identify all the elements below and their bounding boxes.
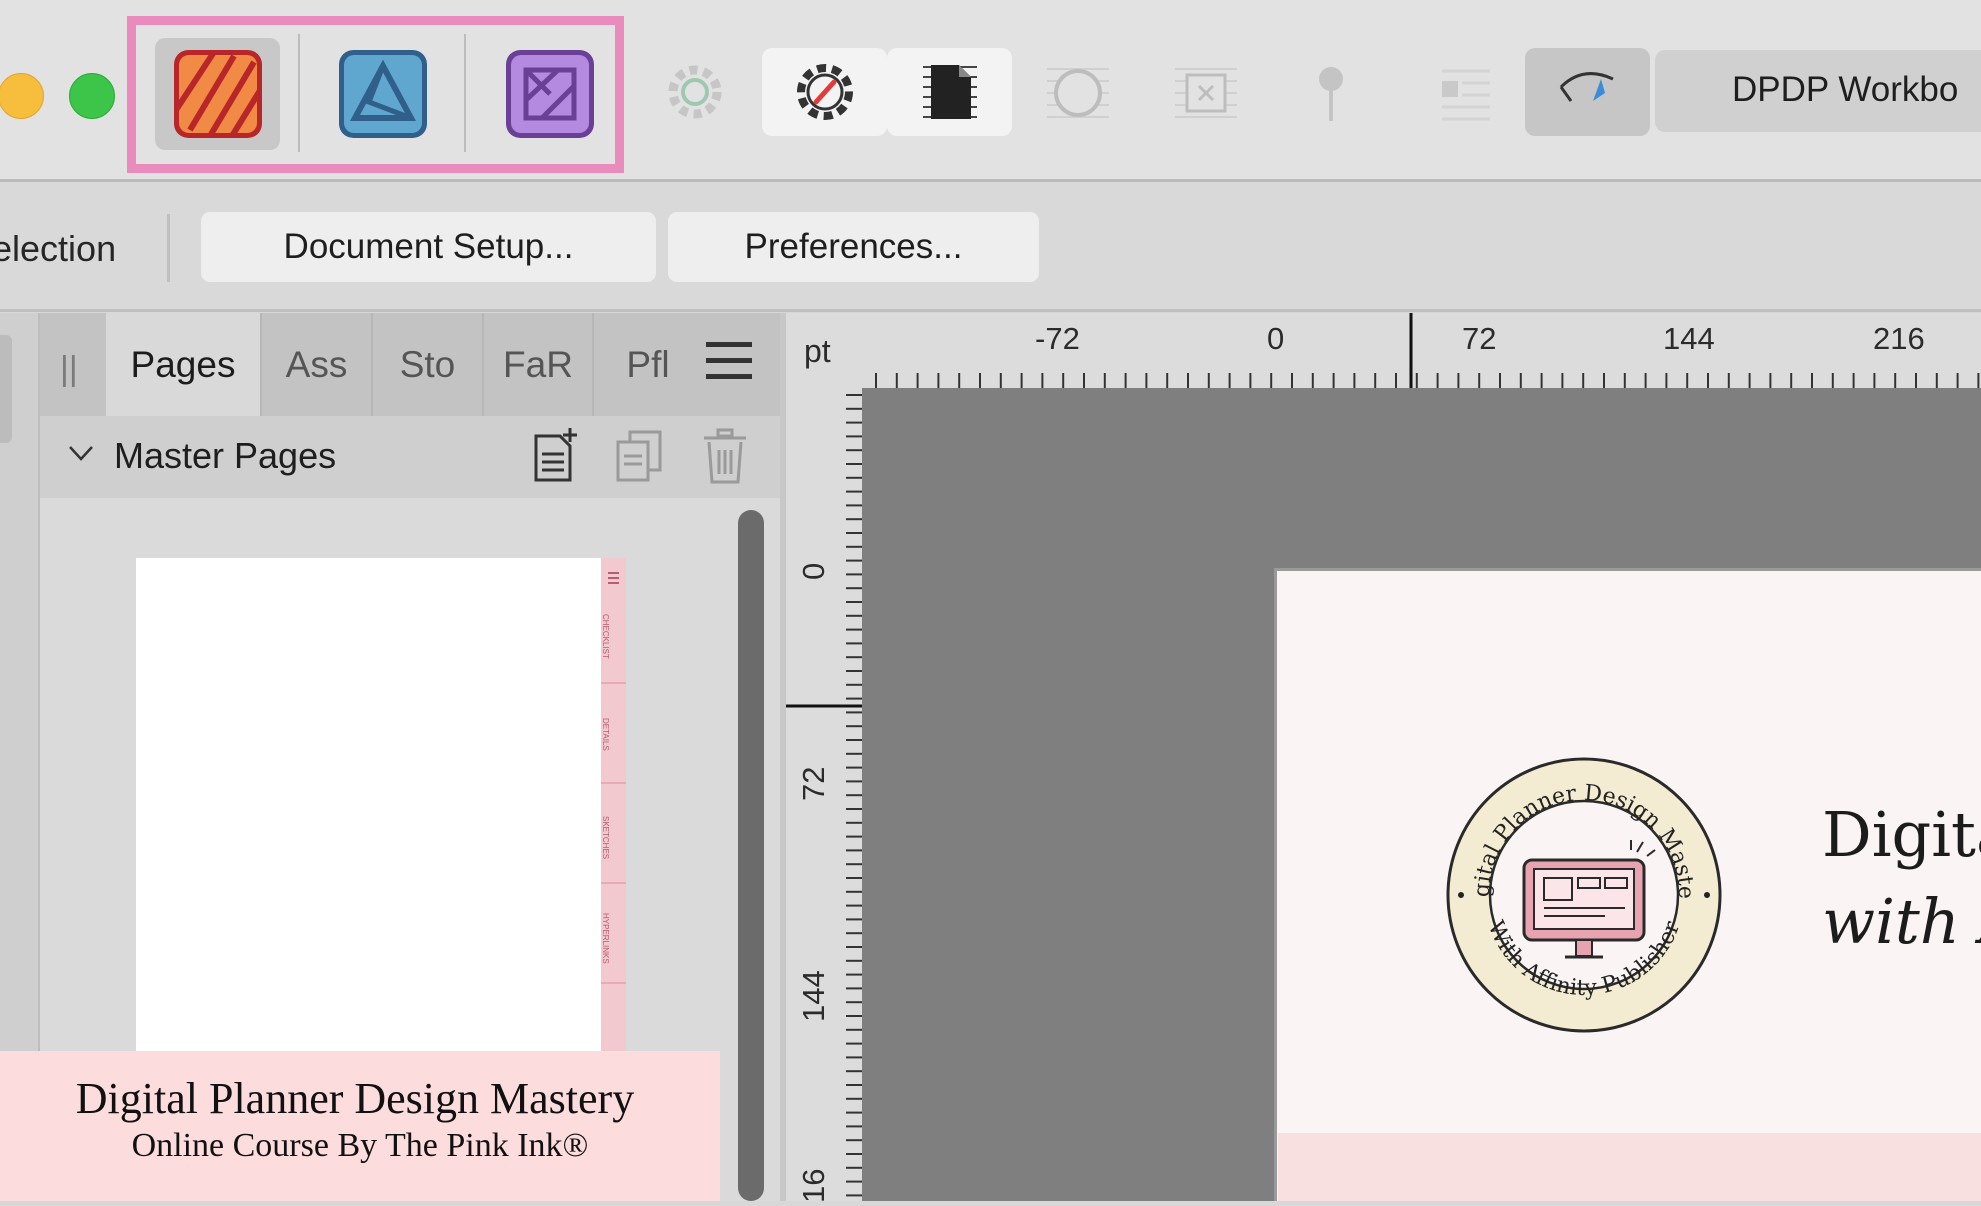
thumb-tab-details: DETAILS [601,718,610,751]
picture-frame-tool[interactable] [1143,48,1268,136]
circle-icon [1046,68,1109,118]
tab-stock[interactable]: Sto [373,313,484,416]
page-footer-strip [1278,1133,1981,1201]
text-wrap-tool[interactable] [1398,48,1523,136]
banner-title: Digital Planner Design Mastery [75,1074,635,1123]
persona-highlight-box [127,16,624,173]
ruler-v-label: 16 [796,1168,831,1203]
left-tools-handle[interactable] [0,335,12,443]
thumb-tab-hyperlinks: HYPERLINKS [601,913,610,964]
thumb-tab-sketches: SKETCHES [601,816,610,860]
vertical-ruler[interactable]: 0 72 144 16 [786,388,862,1203]
preflight-tool[interactable] [1525,48,1650,136]
ruler-h-label: -72 [1035,321,1080,356]
panel-grip-handle[interactable]: || [60,350,78,389]
preflight-icon [1559,72,1614,102]
window-minimize-button[interactable] [0,73,44,119]
banner-subtitle: Online Course By The Pink Ink® [131,1127,589,1164]
selection-label: election [0,228,117,269]
panel-menu-icon[interactable] [706,342,752,380]
master-pages-label: Master Pages [114,435,337,476]
ghost-settings-tool[interactable] [632,48,757,136]
course-logo-badge: Digital Planner Design Mastery With Affi… [1436,737,1723,1034]
gear-icon [668,65,721,119]
ruler-h-label: 144 [1663,321,1715,356]
ruler-units-label: pt [804,333,831,369]
thumbnail-side-tabs: CHECKLIST DETAILS SKETCHES HYPERLINKS [601,558,626,1058]
text-wrap-icon [1441,69,1490,121]
window-zoom-button[interactable] [69,73,115,119]
preferences-button[interactable]: Preferences... [668,212,1039,282]
pin-icon [1318,67,1343,121]
ruler-v-label: 72 [796,766,831,801]
trash-icon[interactable] [700,428,750,484]
chevron-down-icon[interactable] [66,438,96,468]
horizontal-ruler-ticks [875,313,1980,388]
ruler-h-label: 0 [1267,321,1285,356]
frame-text-tool[interactable] [1015,48,1140,136]
gear-pen-icon [796,64,853,120]
preview-mode-tool[interactable] [887,48,1012,136]
master-page-thumbnail[interactable] [136,558,626,1058]
tab-preflight[interactable]: Pfl [594,313,702,416]
document-setup-button[interactable]: Document Setup... [201,212,656,282]
thumb-tab-checklist: CHECKLIST [601,614,610,659]
add-page-icon[interactable] [530,428,580,484]
document-icon [922,65,977,119]
panel-scrollbar[interactable] [738,510,764,1201]
picture-frame-icon [1174,68,1237,118]
tab-pages[interactable]: Pages [106,313,262,416]
ruler-h-label: 216 [1873,321,1925,356]
context-separator [167,214,170,282]
ruler-v-label: 144 [796,970,831,1022]
ruler-v-label: 0 [796,562,831,580]
duplicate-page-icon[interactable] [614,428,664,484]
document-title-line-2: with A [1822,885,1981,958]
ruler-h-label: 72 [1462,321,1497,356]
tab-find-and-replace[interactable]: FaR [484,313,594,416]
document-tab-label: DPDP Workbo [1732,70,1959,109]
document-title-line-1: Digita [1822,798,1981,871]
tab-assets[interactable]: Ass [262,313,373,416]
view-mode-tool[interactable] [762,48,887,136]
horizontal-ruler[interactable]: -72 0 72 144 216 [862,313,1981,388]
pin-tool[interactable] [1268,48,1393,136]
